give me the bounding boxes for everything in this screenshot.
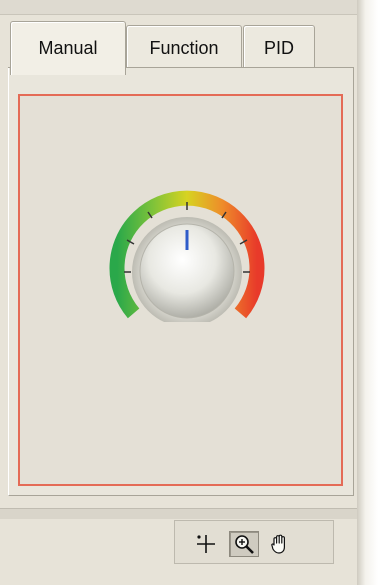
tab-pid-label: PID	[263, 38, 294, 58]
graph-toolbar	[174, 520, 334, 564]
panel-footer-strip	[0, 508, 365, 519]
window-right-edge	[357, 0, 378, 585]
tab-function-label: Function	[149, 38, 219, 58]
crosshair-tool-button[interactable]	[191, 531, 221, 557]
tab-pid[interactable]: PID	[243, 25, 315, 71]
crosshair-icon	[197, 535, 215, 553]
zoom-icon	[235, 535, 254, 554]
tab-manual[interactable]: Manual	[10, 21, 126, 75]
panel-top-band	[0, 0, 365, 15]
tab-function[interactable]: Function	[126, 25, 242, 71]
tab-manual-label: Manual	[38, 38, 98, 58]
knob-graphic	[109, 190, 265, 327]
pan-hand-icon	[271, 534, 285, 554]
zoom-tool-button[interactable]	[229, 531, 259, 557]
pan-tool-button[interactable]	[265, 531, 295, 557]
manual-knob-control[interactable]	[104, 182, 270, 327]
control-panel: Manual Function PID	[0, 0, 365, 585]
